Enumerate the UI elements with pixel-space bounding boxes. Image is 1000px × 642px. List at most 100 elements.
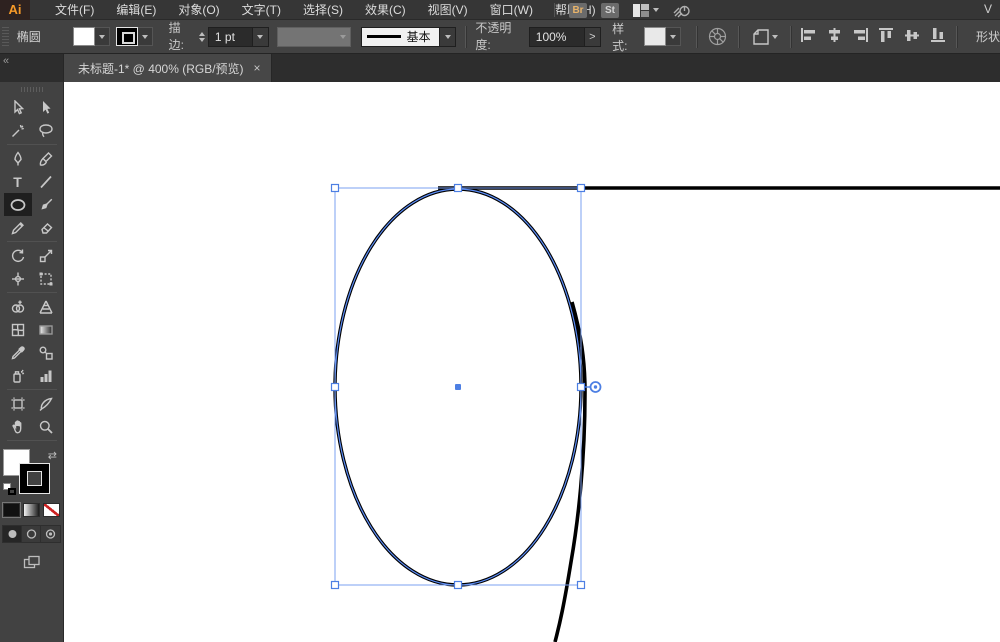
tool-free-transform[interactable] <box>32 267 60 290</box>
tool-selection[interactable] <box>4 96 32 119</box>
stock-button[interactable]: St <box>601 2 619 18</box>
tool-pen[interactable] <box>4 147 32 170</box>
shape-panel-label[interactable]: 形状 <box>976 28 1000 45</box>
style-swatch[interactable] <box>644 27 667 46</box>
chevron-down-icon <box>444 34 451 39</box>
opacity-value[interactable]: 100% <box>528 26 586 47</box>
draw-normal-button[interactable] <box>3 526 22 542</box>
menu-view[interactable]: 视图(V) <box>417 0 479 20</box>
handle-mid-right[interactable] <box>576 382 586 392</box>
gradient-button[interactable] <box>23 503 40 517</box>
align-bottom-button[interactable] <box>930 27 947 46</box>
draw-behind-button[interactable] <box>22 526 41 542</box>
tool-slice[interactable] <box>32 392 60 415</box>
panel-grip[interactable] <box>2 27 9 46</box>
tool-zoom[interactable] <box>32 415 60 438</box>
stroke-swatch[interactable] <box>115 27 138 46</box>
tool-mesh[interactable] <box>4 318 32 341</box>
stroke-weight-dropdown[interactable] <box>252 26 270 47</box>
tool-paintbrush[interactable] <box>32 193 60 216</box>
tool-hand[interactable] <box>4 415 32 438</box>
tool-curvature[interactable] <box>32 147 60 170</box>
stroke-weight-value[interactable]: 1 pt <box>207 26 253 47</box>
fill-stroke-widget[interactable]: ⇄ <box>3 449 57 495</box>
screen-mode-button[interactable] <box>23 555 41 575</box>
illustrator-logo: Ai <box>0 0 30 20</box>
fill-swatch[interactable] <box>72 27 95 46</box>
stroke-color-control[interactable] <box>115 27 153 46</box>
tool-gradient[interactable] <box>32 318 60 341</box>
recolor-artwork-button[interactable] <box>706 25 729 49</box>
tool-blend[interactable] <box>32 341 60 364</box>
graphic-style-control[interactable] <box>644 27 682 46</box>
tool-scale[interactable] <box>32 244 60 267</box>
color-mode-buttons <box>3 503 60 517</box>
step-down-icon[interactable] <box>198 37 205 42</box>
tool-rotate[interactable] <box>4 244 32 267</box>
tool-magic-wand[interactable] <box>4 119 32 142</box>
tool-eyedropper[interactable] <box>4 341 32 364</box>
handle-top-left[interactable] <box>330 183 340 193</box>
transform-options-button[interactable] <box>748 25 781 49</box>
mesh-tool-icon <box>11 323 24 336</box>
align-v-center-button[interactable] <box>904 27 921 46</box>
menu-select[interactable]: 选择(S) <box>292 0 354 20</box>
panel-grip[interactable] <box>20 87 43 92</box>
gpu-performance-icon[interactable] <box>673 3 690 18</box>
tool-artboard[interactable] <box>4 392 32 415</box>
menu-type[interactable]: 文字(T) <box>231 0 292 20</box>
tool-group-divider <box>6 241 57 242</box>
menu-effect[interactable]: 效果(C) <box>354 0 417 20</box>
tool-column-graph[interactable] <box>32 364 60 387</box>
tool-ellipse[interactable] <box>3 193 32 216</box>
align-top-button[interactable] <box>878 27 895 46</box>
tool-symbol-sprayer[interactable] <box>4 364 32 387</box>
handle-bottom-right[interactable] <box>576 580 586 590</box>
bridge-button[interactable]: Br <box>569 2 587 18</box>
tool-shape-builder[interactable] <box>4 295 32 318</box>
document-tab[interactable]: 未标题-1* @ 400% (RGB/预览) × <box>64 54 272 82</box>
align-h-center-button[interactable] <box>826 27 843 46</box>
object-center-point[interactable] <box>455 384 461 390</box>
fill-color-control[interactable] <box>72 27 110 46</box>
tool-type[interactable]: T <box>4 170 32 193</box>
align-left-button[interactable] <box>800 27 817 46</box>
align-right-button[interactable] <box>852 27 869 46</box>
handle-bottom-center[interactable] <box>453 580 463 590</box>
artwork-layer[interactable] <box>64 82 1000 642</box>
handle-top-center[interactable] <box>453 183 463 193</box>
stroke-weight-label[interactable]: 描边: <box>169 20 195 53</box>
menu-object[interactable]: 对象(O) <box>167 0 230 20</box>
handle-bottom-left[interactable] <box>330 580 340 590</box>
draw-inside-button[interactable] <box>41 526 60 542</box>
style-label: 样式: <box>612 21 628 53</box>
tool-eraser[interactable] <box>32 216 60 239</box>
default-fill-stroke-icon[interactable] <box>3 483 16 495</box>
swap-fill-stroke-icon[interactable]: ⇄ <box>48 449 57 462</box>
color-button[interactable] <box>3 503 20 517</box>
workspace-switcher[interactable] <box>633 3 659 17</box>
tool-lasso[interactable] <box>32 119 60 142</box>
tool-width[interactable] <box>4 267 32 290</box>
tool-direct-selection[interactable] <box>32 96 60 119</box>
step-up-icon[interactable] <box>198 31 205 36</box>
tool-pencil[interactable] <box>4 216 32 239</box>
opacity-more-button[interactable]: > <box>585 26 601 47</box>
opacity-label[interactable]: 不透明度: <box>475 20 524 53</box>
brush-definition-field[interactable]: 基本 <box>360 26 440 47</box>
menu-edit[interactable]: 编辑(E) <box>105 0 167 20</box>
stroke-color-box[interactable] <box>20 464 49 493</box>
tool-line-segment[interactable] <box>32 170 60 193</box>
brush-definition-dropdown[interactable] <box>439 26 457 47</box>
close-tab-icon[interactable]: × <box>254 61 261 75</box>
menu-file[interactable]: 文件(F) <box>44 0 105 20</box>
handle-mid-left[interactable] <box>330 382 340 392</box>
stroke-weight-stepper[interactable] <box>198 31 205 42</box>
clipped-right-text: V <box>983 2 992 16</box>
menu-window[interactable]: 窗口(W) <box>479 0 544 20</box>
collapse-panel-button[interactable]: « <box>3 55 9 67</box>
handle-top-right[interactable] <box>576 183 586 193</box>
tool-perspective-grid[interactable] <box>32 295 60 318</box>
none-button[interactable] <box>43 503 60 517</box>
canvas[interactable] <box>64 82 1000 642</box>
